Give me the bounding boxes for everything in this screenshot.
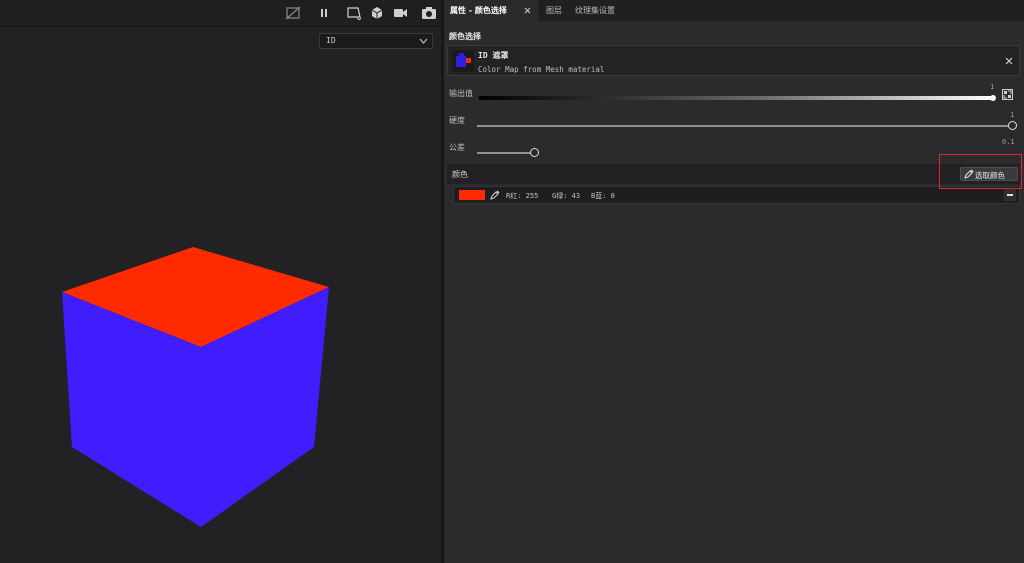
pick-color-button[interactable]: 选取颜色 (960, 167, 1018, 181)
mask-name: ID 遮罩 (478, 51, 509, 60)
tolerance-value: 0.1 (1002, 138, 1015, 146)
tolerance-thumb[interactable] (530, 148, 539, 157)
eyedropper-icon[interactable] (490, 190, 500, 200)
output-value-slider[interactable] (479, 96, 995, 100)
id-mask-thumbnail (452, 50, 474, 72)
color-section-header: 颜色 选取颜色 (447, 164, 1020, 184)
panel-tab-bar: 属性 - 颜色选择 图层 纹理集设置 (444, 0, 1024, 21)
mask-resource-card[interactable]: ID 遮罩 Color Map from Mesh material (447, 45, 1020, 76)
tab-properties-label: 属性 - 颜色选择 (450, 6, 507, 15)
tab-layers[interactable]: 图层 (540, 0, 568, 21)
section-title: 颜色选择 (449, 32, 481, 41)
close-tab-icon[interactable] (524, 7, 531, 14)
frame-icon[interactable] (346, 6, 362, 20)
color-section-title: 颜色 (452, 170, 468, 179)
chevron-down-icon (419, 37, 428, 45)
viewport-mode-select[interactable]: ID (319, 33, 433, 49)
hardness-label: 硬度 (449, 116, 465, 125)
tab-layers-label: 图层 (546, 6, 562, 15)
hardness-value: 1 (1010, 111, 1015, 119)
green-value: G绿: 43 (552, 192, 581, 200)
eyedropper-icon (964, 169, 974, 179)
remove-color-button[interactable] (1004, 189, 1016, 201)
pause-icon[interactable] (316, 6, 332, 20)
red-value: R红: 255 (506, 192, 539, 200)
video-camera-icon[interactable] (393, 6, 409, 20)
output-settings-icon[interactable] (1002, 89, 1013, 100)
output-value-number: 1 (990, 83, 995, 91)
output-value-thumb[interactable] (990, 95, 996, 101)
hide-grid-icon[interactable] (285, 6, 301, 20)
tab-texture-set-label: 纹理集设置 (575, 6, 615, 15)
close-icon[interactable] (1005, 57, 1013, 65)
3d-viewport[interactable]: ID (0, 0, 441, 563)
blue-value: B蓝: 0 (591, 192, 615, 200)
mask-description: Color Map from Mesh material (478, 65, 605, 74)
tolerance-slider-fill[interactable] (477, 152, 535, 154)
properties-panel: 属性 - 颜色选择 图层 纹理集设置 颜色选择 ID 遮罩 Color Map … (444, 0, 1024, 563)
id-mask-cube-model (62, 247, 329, 527)
viewport-mode-value: ID (326, 36, 336, 45)
color-swatch[interactable] (459, 190, 485, 200)
tolerance-label: 公差 (449, 143, 465, 152)
output-value-label: 输出值 (449, 89, 473, 98)
hardness-slider[interactable] (477, 125, 1008, 127)
cube-view-icon[interactable] (369, 6, 385, 20)
hardness-thumb[interactable] (1008, 121, 1017, 130)
viewport-toolbar (0, 0, 441, 27)
pick-color-label: 选取颜色 (975, 171, 1005, 180)
color-entry-row: R红: 255 G绿: 43 B蓝: 0 (453, 186, 1020, 204)
screenshot-icon[interactable] (421, 6, 437, 20)
tab-texture-set-settings[interactable]: 纹理集设置 (569, 0, 621, 21)
